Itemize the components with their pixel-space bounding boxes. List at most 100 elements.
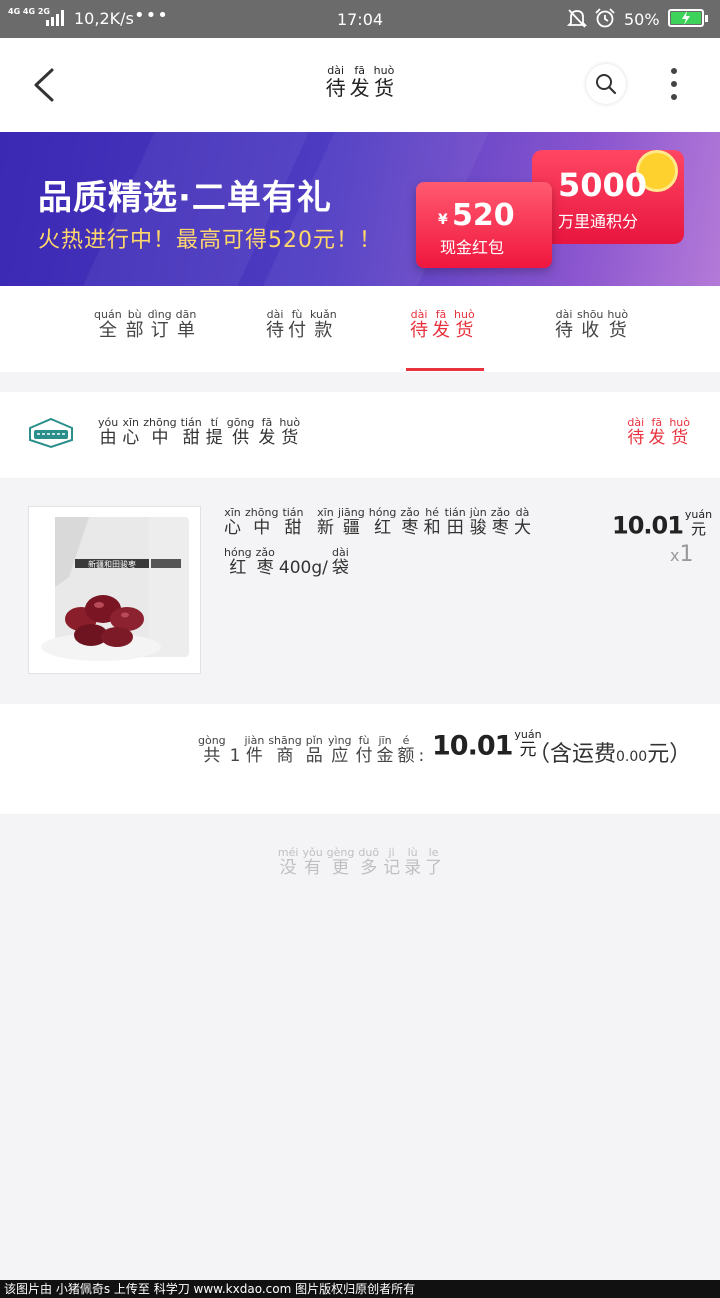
hanzi: 和: [423, 518, 441, 538]
item-count: gòng 共 1 jiàn 件 shāng 商 pǐn 品: [196, 734, 325, 766]
hanzi: 录: [404, 858, 422, 878]
ruby-char: tí 提: [206, 416, 223, 448]
tab-pending-payment[interactable]: dài 待 fù 付 kuǎn 款: [264, 308, 339, 341]
no-more-records: méi 没 yǒu 有 gèng 更 duō 多 jì 记 lù 录 le 了: [0, 846, 720, 878]
order-tabs: quán 全 bù 部 dìng 订 dān 单 dài 待 fù 付 kuǎn 款 dài 待 fā 发 hu…: [0, 286, 720, 372]
hanzi: 额: [397, 746, 415, 766]
hanzi: 没: [279, 858, 297, 878]
product-name-line2: hóng 红 zǎo 枣 400g/dài 袋: [222, 546, 351, 578]
ruby-char: shōu 收: [577, 308, 603, 341]
banner-subtitle: 火热进行中！最高可得520元！！: [38, 228, 382, 253]
total-number: 10.01: [432, 730, 513, 762]
hanzi: 发: [258, 428, 276, 448]
ruby-char: jùn 骏: [470, 506, 487, 538]
hanzi: 发: [432, 320, 450, 341]
product-image-label: 新疆和田骏枣: [88, 559, 136, 569]
hanzi: 枣: [256, 558, 274, 578]
hanzi: 心: [224, 518, 241, 538]
hanzi: 新: [316, 518, 334, 538]
ruby-char: dài 待: [555, 308, 573, 341]
hanzi: 由: [99, 428, 117, 448]
hanzi: 供: [232, 428, 250, 448]
hanzi: 货: [281, 428, 299, 448]
ruby-char: [308, 506, 313, 538]
hanzi: 待: [627, 428, 645, 448]
ruby-char: xīn 心: [122, 416, 139, 448]
shop-row[interactable]: yóu 由 xīn 心 zhōng 中 tián 甜 tí 提 gōng 供 fā 发 huò 货 dài 待 f…: [0, 392, 720, 478]
hanzi: 单: [177, 320, 196, 341]
ruby-char: lù 录: [404, 846, 421, 878]
order-status: dài 待 fā 发 huò 货: [625, 416, 692, 448]
hanzi: 元: [691, 520, 707, 538]
hanzi: 1: [229, 746, 241, 766]
ruby-char: zǎo 枣: [256, 546, 275, 578]
points-number: 5000: [558, 166, 648, 204]
ruby-char: zhōng 中: [143, 416, 176, 448]
hanzi: 枣: [401, 518, 419, 538]
points-coupon-card: 5000 万里通积分: [532, 150, 684, 244]
amount-due: 10.01 yuán 元: [432, 728, 544, 762]
ruby-char: gòng 共: [198, 734, 226, 766]
ruby-char: hóng 红: [369, 506, 397, 538]
hanzi: 发: [349, 76, 370, 100]
shop-name: yóu 由 xīn 心 zhōng 中 tián 甜 tí 提 gōng 供 fā 发 huò 货: [96, 416, 302, 448]
hanzi: 了: [425, 858, 443, 878]
shop-logo: [29, 417, 73, 449]
product-price: 10.01 yuán 元: [612, 508, 714, 540]
cash-coupon-card: ¥ 520 现金红包: [416, 182, 552, 268]
ruby-char: hé 和: [424, 506, 441, 538]
hanzi: 商: [276, 746, 294, 766]
hanzi: 红: [374, 518, 392, 538]
ruby-char: jì 记: [383, 846, 400, 878]
hanzi: 订: [150, 320, 169, 341]
active-tab-indicator: [406, 368, 484, 371]
ruby-char: huò 货: [374, 64, 395, 99]
ruby-char: dān 单: [176, 308, 197, 341]
ruby-char: fù 付: [356, 734, 373, 766]
ruby-char: é额: [398, 734, 415, 766]
ruby-char: huò 货: [607, 308, 628, 341]
ruby-char: hóng 红: [224, 546, 252, 578]
ruby-char: yuán 元: [685, 508, 712, 538]
tab-pending-receipt[interactable]: dài 待 shōu 收 huò 货: [553, 308, 630, 341]
hanzi: 应: [331, 746, 349, 766]
order-item[interactable]: 新疆和田骏枣 xīn 心 zhōng 中 tián 甜 xīn 新 jiāng 疆 hóng 红 zǎ…: [0, 478, 720, 704]
ruby-char: tián 甜: [282, 506, 303, 538]
hanzi: 货: [671, 428, 689, 448]
hanzi: 中: [253, 518, 271, 538]
tab-pending-shipment[interactable]: dài 待 fā 发 huò 货: [408, 308, 477, 341]
ruby-char: le 了: [425, 846, 442, 878]
ruby-char: tián 田: [445, 506, 466, 538]
hanzi: 发: [648, 428, 666, 448]
hanzi: 收: [581, 320, 600, 341]
promo-banner[interactable]: 品质精选·二单有礼 火热进行中！最高可得520元！！ 5000 万里通积分 ¥ …: [0, 132, 720, 286]
app-header: dài 待 fā 发 huò 货: [0, 38, 720, 132]
hanzi: 金: [376, 746, 394, 766]
hanzi: [308, 519, 313, 538]
hanzi: 疆: [342, 518, 360, 538]
hanzi: 全: [98, 320, 117, 341]
hanzi: 货: [608, 320, 627, 341]
currency-symbol: ¥: [438, 212, 448, 228]
battery-percent: 50%: [624, 10, 660, 29]
hanzi: 枣: [491, 518, 509, 538]
ruby-char: dài 待: [266, 308, 284, 341]
hanzi: 中: [151, 428, 169, 448]
more-menu-icon[interactable]: [664, 66, 684, 102]
hanzi: 有: [304, 858, 322, 878]
ruby-char: bù 部: [126, 308, 144, 341]
ruby-char: dài 袋: [332, 546, 349, 578]
ruby-char: gōng 供: [227, 416, 255, 448]
product-name-line1: xīn 心 zhōng 中 tián 甜 xīn 新 jiāng 疆 hóng 红 zǎo 枣 hé 和 ti…: [222, 506, 533, 538]
tab-all-orders[interactable]: quán 全 bù 部 dìng 订 dān 单: [92, 308, 198, 341]
order-summary: gòng 共 1 jiàn 件 shāng 商 pǐn 品 yìng 应 fù 付 jīn 金 é 额 : …: [0, 704, 720, 814]
shipping-fee: （含运费0.00元）: [528, 736, 691, 768]
hanzi: :: [418, 746, 425, 766]
ruby-char: dìng 订: [148, 308, 172, 341]
search-button[interactable]: [586, 64, 626, 104]
status-bar: 4G 4G 2G 10,2K/s ••• 17:04 50%: [0, 0, 720, 38]
ruby-char: dài 待: [326, 64, 346, 99]
product-image[interactable]: 新疆和田骏枣: [28, 506, 201, 674]
hanzi: 袋: [331, 558, 349, 578]
hanzi: 提: [205, 428, 223, 448]
